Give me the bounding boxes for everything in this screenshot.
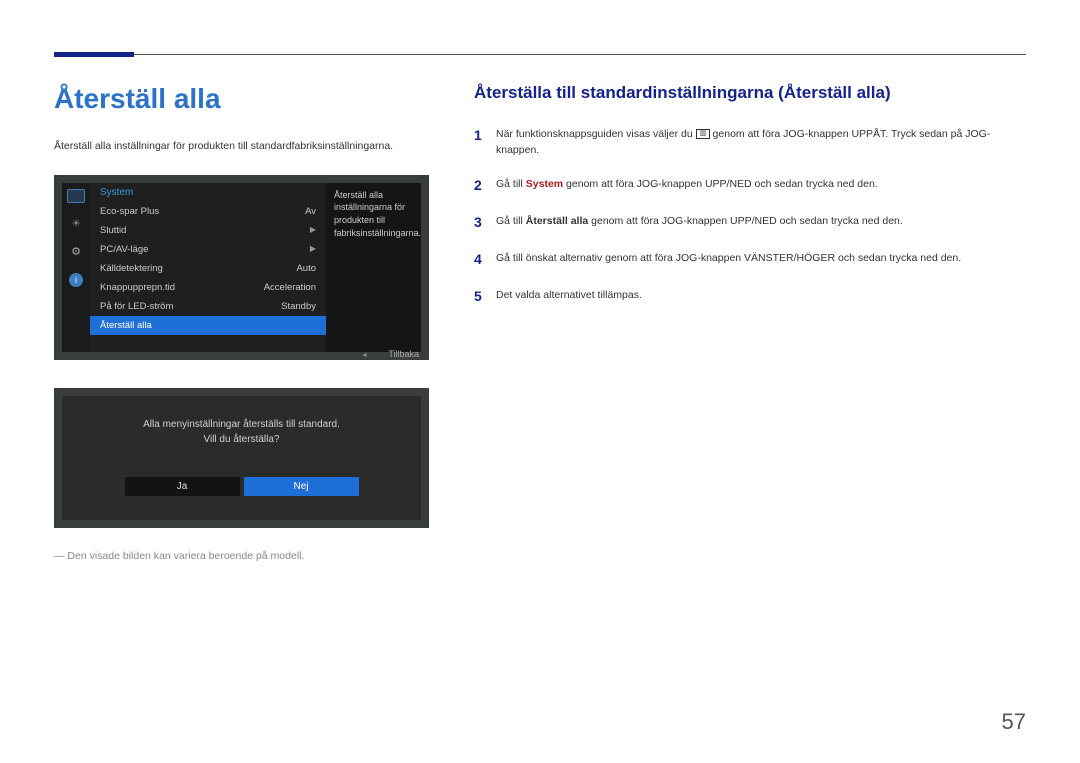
step-5: 5 Det valda alternativet tillämpas.	[474, 286, 1026, 307]
osd-row-label: Återställ alla	[100, 320, 152, 331]
triangle-left-icon: ◄	[361, 352, 368, 359]
step-text-bold: System	[526, 178, 563, 190]
osd-back-label: Tillbaka	[388, 349, 419, 359]
osd-row: Sluttid ▶	[90, 221, 326, 240]
osd-row-value: Av	[305, 206, 316, 217]
osd-row-label: PC/AV-läge	[100, 244, 148, 255]
step-num: 4	[474, 249, 496, 270]
osd-row: PC/AV-läge ▶	[90, 240, 326, 259]
page-number: 57	[1002, 709, 1026, 735]
sun-icon: ☀	[67, 217, 85, 231]
step-num: 5	[474, 286, 496, 307]
osd-row-value: Auto	[296, 263, 316, 274]
osd-row-label: Sluttid	[100, 225, 126, 236]
step-text: Gå till önskat alternativ genom att föra…	[496, 249, 1026, 270]
osd-row-selected: Återställ alla	[90, 316, 326, 335]
step-text-pre: När funktionsknappsguiden visas väljer d…	[496, 128, 696, 140]
step-num: 3	[474, 212, 496, 233]
osd-row-value: Acceleration	[264, 282, 316, 293]
info-icon: i	[69, 273, 83, 287]
step-text-post: genom att föra JOG-knappen UPP/NED och s…	[566, 178, 878, 190]
osd-row: Eco-spar Plus Av	[90, 202, 326, 221]
dialog-line1: Alla menyinställningar återställs till s…	[143, 419, 340, 430]
chevron-right-icon: ▶	[310, 225, 316, 236]
dialog-no-button: Nej	[244, 477, 359, 496]
step-num: 1	[474, 125, 496, 159]
dialog-line2: Vill du återställa?	[204, 434, 280, 445]
intro-text: Återställ alla inställningar för produkt…	[54, 139, 434, 155]
osd-row-label: Eco-spar Plus	[100, 206, 159, 217]
step-3: 3 Gå till Återställ alla genom att föra …	[474, 212, 1026, 233]
step-text-pre: Gå till	[496, 178, 526, 190]
page-title: Återställ alla	[54, 83, 434, 115]
osd-footer: ◄ Tillbaka	[361, 349, 419, 359]
image-caption: Den visade bilden kan variera beroende p…	[54, 550, 434, 562]
osd-row: Knappupprepn.tid Acceleration	[90, 278, 326, 297]
osd-row-label: Källdetektering	[100, 263, 163, 274]
step-text: Det valda alternativet tillämpas.	[496, 286, 1026, 307]
step-2: 2 Gå till System genom att föra JOG-knap…	[474, 175, 1026, 196]
step-text-bold: Återställ alla	[526, 215, 588, 227]
step-num: 2	[474, 175, 496, 196]
header-rule	[54, 54, 1026, 55]
osd-row: Källdetektering Auto	[90, 259, 326, 278]
gear-icon: ⚙	[67, 245, 85, 259]
step-4: 4 Gå till önskat alternativ genom att fö…	[474, 249, 1026, 270]
step-text-pre: Gå till	[496, 215, 526, 227]
osd-section-header: System	[90, 183, 326, 202]
chevron-right-icon: ▶	[310, 244, 316, 255]
osd-row-value: Standby	[281, 301, 316, 312]
menu-icon: ▥	[696, 129, 710, 139]
confirm-dialog-screenshot: Alla menyinställningar återställs till s…	[54, 388, 429, 528]
osd-menu-screenshot: ☀ ⚙ i System Eco-spar Plus Av Slut	[54, 175, 429, 360]
osd-row-label: På för LED-ström	[100, 301, 173, 312]
step-1: 1 När funktionsknappsguiden visas väljer…	[474, 125, 1026, 159]
osd-row-label: Knappupprepn.tid	[100, 282, 175, 293]
section-heading: Återställa till standardinställningarna …	[474, 83, 1026, 103]
osd-tooltip: Återställ alla inställningarna för produ…	[326, 183, 421, 352]
step-text-post: genom att föra JOG-knappen UPP/NED och s…	[591, 215, 903, 227]
dialog-yes-button: Ja	[125, 477, 240, 496]
osd-row: På för LED-ström Standby	[90, 297, 326, 316]
monitor-icon	[67, 189, 85, 203]
